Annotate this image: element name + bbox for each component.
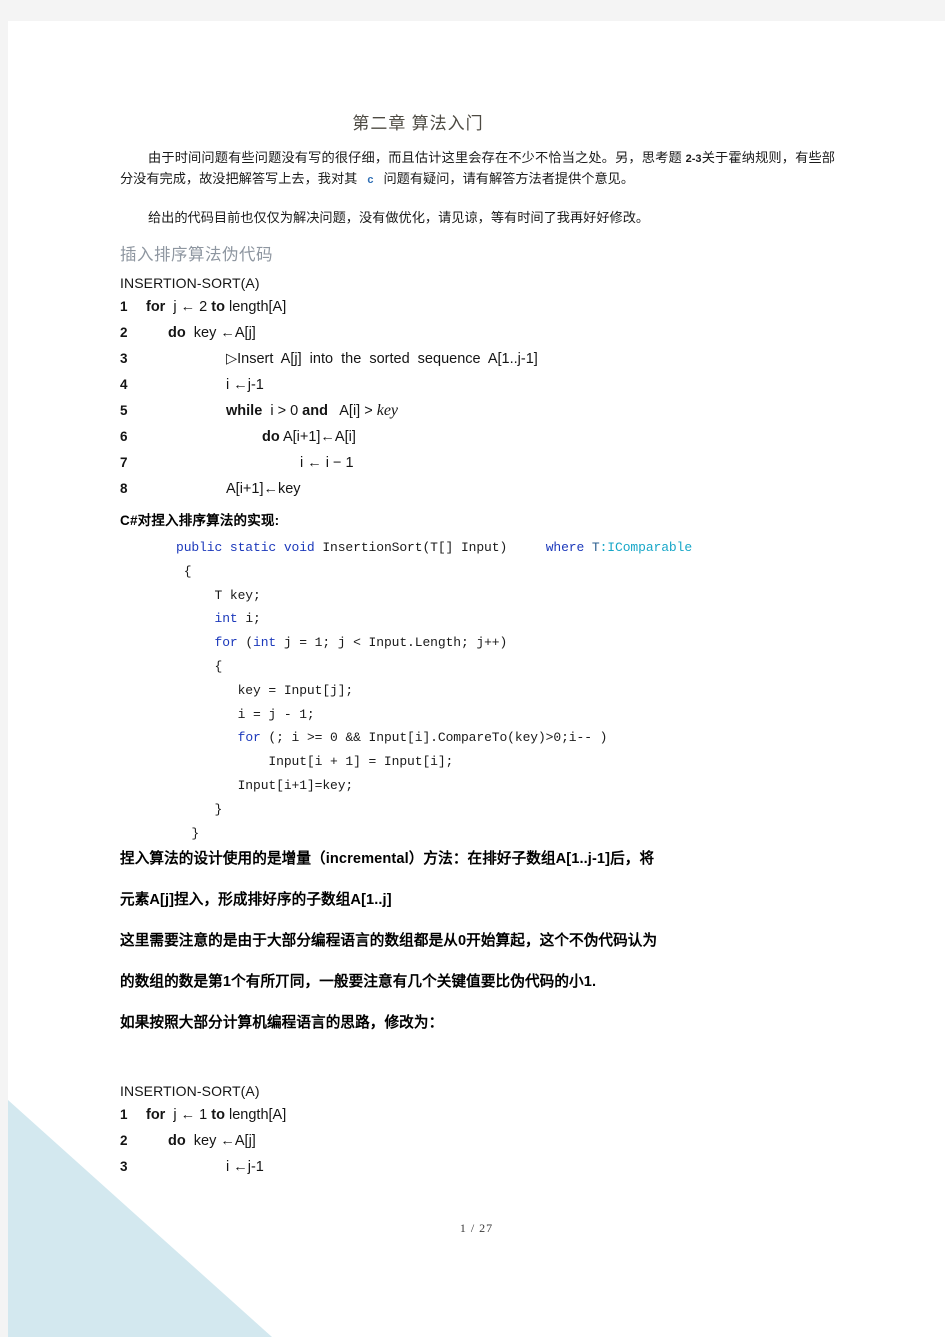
pseudocode-line: 3 ▷Insert A[j] into the sorted sequence A… [120, 346, 538, 372]
code-token: int [214, 611, 238, 627]
pseudocode-block-2: INSERTION-SORT(A) 1 for j ← 1 to length[A… [120, 1080, 286, 1180]
pseudocode-line-number: 6 [120, 429, 128, 444]
page-footer: 1 / 27 [459, 1221, 494, 1235]
pseudocode-header: INSERTION-SORT(A) [120, 275, 260, 291]
code-line: int i; [176, 607, 692, 631]
pseudocode-line-text: for j ← 1 to length[A] [146, 1107, 287, 1123]
commentary-1-line-2: 元素A[j]捏入，形成排好序的子数组A[1..j] [120, 892, 392, 908]
commentary-3-line-1: 如果按照大部分计算机编程语言的思路，修改为： [120, 1015, 444, 1031]
intro-paragraph-1: 由于时间问题有些问题没有写的很仔细，而且估计这里会存在不少不恰当之处。另，思考题… [120, 148, 835, 190]
csharp-code-block: public static void InsertionSort(T[] Inp… [176, 536, 692, 845]
commentary-paragraph-3: 如果按照大部分计算机编程语言的思路，修改为： [120, 1003, 850, 1044]
pseudocode-line: 6 do A[i+1]←A[i] [120, 424, 538, 450]
code-line: { [176, 560, 692, 584]
code-token: for [237, 730, 261, 746]
pseudocode-line: 2 do key ←A[j] [120, 1128, 286, 1154]
code-line: } [176, 798, 692, 822]
document-content: 第二章 算法入门 由于时间问题有些问题没有写的很仔细，而且估计这里会存在不少不恰… [8, 21, 945, 1337]
pseudocode-line-text: i ←j-1 [226, 1159, 264, 1175]
pseudocode-line-text: i ←j-1 [226, 377, 264, 393]
pseudocode-line: 5 while i > 0 and A[i] > key [120, 398, 538, 424]
commentary-2-line-2: 的数组的数是第1个有所丌同，一般要注意有几个关键值要比伪代码的小1. [120, 974, 597, 990]
code-token: Input[i+1]=key; [176, 777, 354, 793]
code-line: Input[i+1]=key; [176, 774, 692, 798]
code-token: j = 1; j < Input.Length; j++) [276, 635, 508, 651]
pseudocode-line: 2 do key ←A[j] [120, 320, 538, 346]
pseudocode-line-number: 5 [120, 403, 128, 418]
pseudocode-line: 4 i ←j-1 [120, 372, 538, 398]
pseudocode-line-number: 1 [120, 299, 128, 314]
intro-text-part-3: 问题有疑问，请有解答方法者提供个意见。 [383, 171, 635, 186]
inline-marker-c: c [367, 174, 374, 186]
code-token: T [591, 540, 600, 555]
code-token: Input[i + 1] = Input[i]; [176, 754, 454, 770]
pseudocode-line-number: 1 [120, 1107, 128, 1122]
pseudocode-line-text: do key ←A[j] [168, 1133, 256, 1149]
pseudocode-header-2: INSERTION-SORT(A) [120, 1083, 260, 1099]
pseudocode-line-text: do A[i+1]←A[i] [262, 429, 356, 445]
code-line: i = j - 1; [176, 703, 692, 727]
pseudocode-line-number: 3 [120, 351, 128, 366]
pseudocode-line: 1 for j ← 1 to length[A] [120, 1102, 286, 1128]
code-token: for [214, 635, 238, 651]
pseudocode-block-1: INSERTION-SORT(A) 1 for j ← 2 to length[A… [120, 272, 538, 502]
pseudocode-lines-2: 1 for j ← 1 to length[A] 2 do key ←A[j] 3 i ←… [120, 1102, 286, 1180]
intro-paragraph-2: 给出的代码目前也仅仅为解决问题，没有做优化，请见谅，等有时间了我再好好修改。 [148, 210, 650, 225]
code-token: i; [237, 611, 261, 627]
intro-text-part-1: 由于时间问题有些问题没有写的很仔细，而且估计这里会存在不少不恰当之处。另，思考题 [148, 150, 686, 165]
exercise-reference: 2-3 [685, 153, 702, 165]
code-line: public static void InsertionSort(T[] Inp… [176, 536, 692, 560]
code-token: i = j - 1; [176, 706, 315, 722]
code-token: key = Input[j]; [176, 682, 354, 698]
pseudocode-line-number: 2 [120, 325, 128, 340]
pseudocode-line-text: while i > 0 and A[i] > key [226, 402, 399, 419]
pseudocode-line-number: 2 [120, 1133, 128, 1148]
pseudocode-line-text: i ← i − 1 [300, 455, 354, 471]
code-token: public static void [176, 540, 323, 555]
pseudocode-line-number: 3 [120, 1159, 128, 1174]
section-heading-pseudocode: 插入排序算法伪代码 [120, 245, 273, 264]
code-token: where [545, 540, 592, 555]
commentary-1-line-1: 捏入算法的设计使用的是增量（incremental）方法：在排好子数组A[1..… [120, 851, 655, 867]
code-line: for (int j = 1; j < Input.Length; j++) [176, 631, 692, 655]
code-token: InsertionSort(T[] Input) [322, 540, 508, 555]
code-line: key = Input[j]; [176, 679, 692, 703]
pseudocode-line-text: for j ← 2 to length[A] [146, 299, 287, 315]
code-token: { [176, 658, 223, 674]
code-token: T key; [176, 587, 261, 603]
pseudocode-line-number: 7 [120, 455, 128, 470]
pseudocode-line-text: A[i+1]←key [226, 481, 301, 497]
code-line: Input[i + 1] = Input[i]; [176, 750, 692, 774]
pseudocode-line: 8 A[i+1]←key [120, 476, 538, 502]
pseudocode-line-text: ▷Insert A[j] into the sorted sequence A[… [226, 351, 538, 367]
pseudocode-line-number: 8 [120, 481, 128, 496]
pseudocode-line-number: 4 [120, 377, 128, 392]
code-line: { [176, 655, 692, 679]
code-token: } [176, 801, 223, 817]
document-page: 第二章 算法入门 由于时间问题有些问题没有写的很仔细，而且估计这里会存在不少不恰… [8, 21, 945, 1337]
code-token: int [253, 635, 277, 651]
pseudocode-line: 1 for j ← 2 to length[A] [120, 294, 538, 320]
pseudocode-lines: 1 for j ← 2 to length[A] 2 do key ←A[j] 3 ▷In… [120, 294, 538, 502]
pseudocode-line-text: do key ←A[j] [168, 325, 256, 341]
code-line: for (; i >= 0 && Input[i].CompareTo(key)… [176, 726, 692, 750]
commentary-paragraph-1: 捏入算法的设计使用的是增量（incremental）方法：在排好子数组A[1..… [120, 839, 850, 921]
code-line: T key; [176, 584, 692, 608]
code-token: :IComparable [599, 540, 693, 555]
commentary-paragraph-2: 这里需要注意的是由于大部分编程语言的数组都是从0开始算起，这个不伪代码认为 的数… [120, 921, 850, 1003]
code-token: ( [237, 635, 254, 651]
code-token: { [176, 563, 192, 579]
pseudocode-line: 7 i ← i − 1 [120, 450, 538, 476]
pseudocode-line: 3 i ←j-1 [120, 1154, 286, 1180]
commentary-2-line-1: 这里需要注意的是由于大部分编程语言的数组都是从0开始算起，这个不伪代码认为 [120, 933, 658, 949]
code-token: (; i >= 0 && Input[i].CompareTo(key)>0;i… [260, 730, 608, 746]
implementation-label: C#对捏入排序算法的实现: [120, 513, 280, 528]
page-title: 第二章 算法入门 [352, 114, 484, 133]
